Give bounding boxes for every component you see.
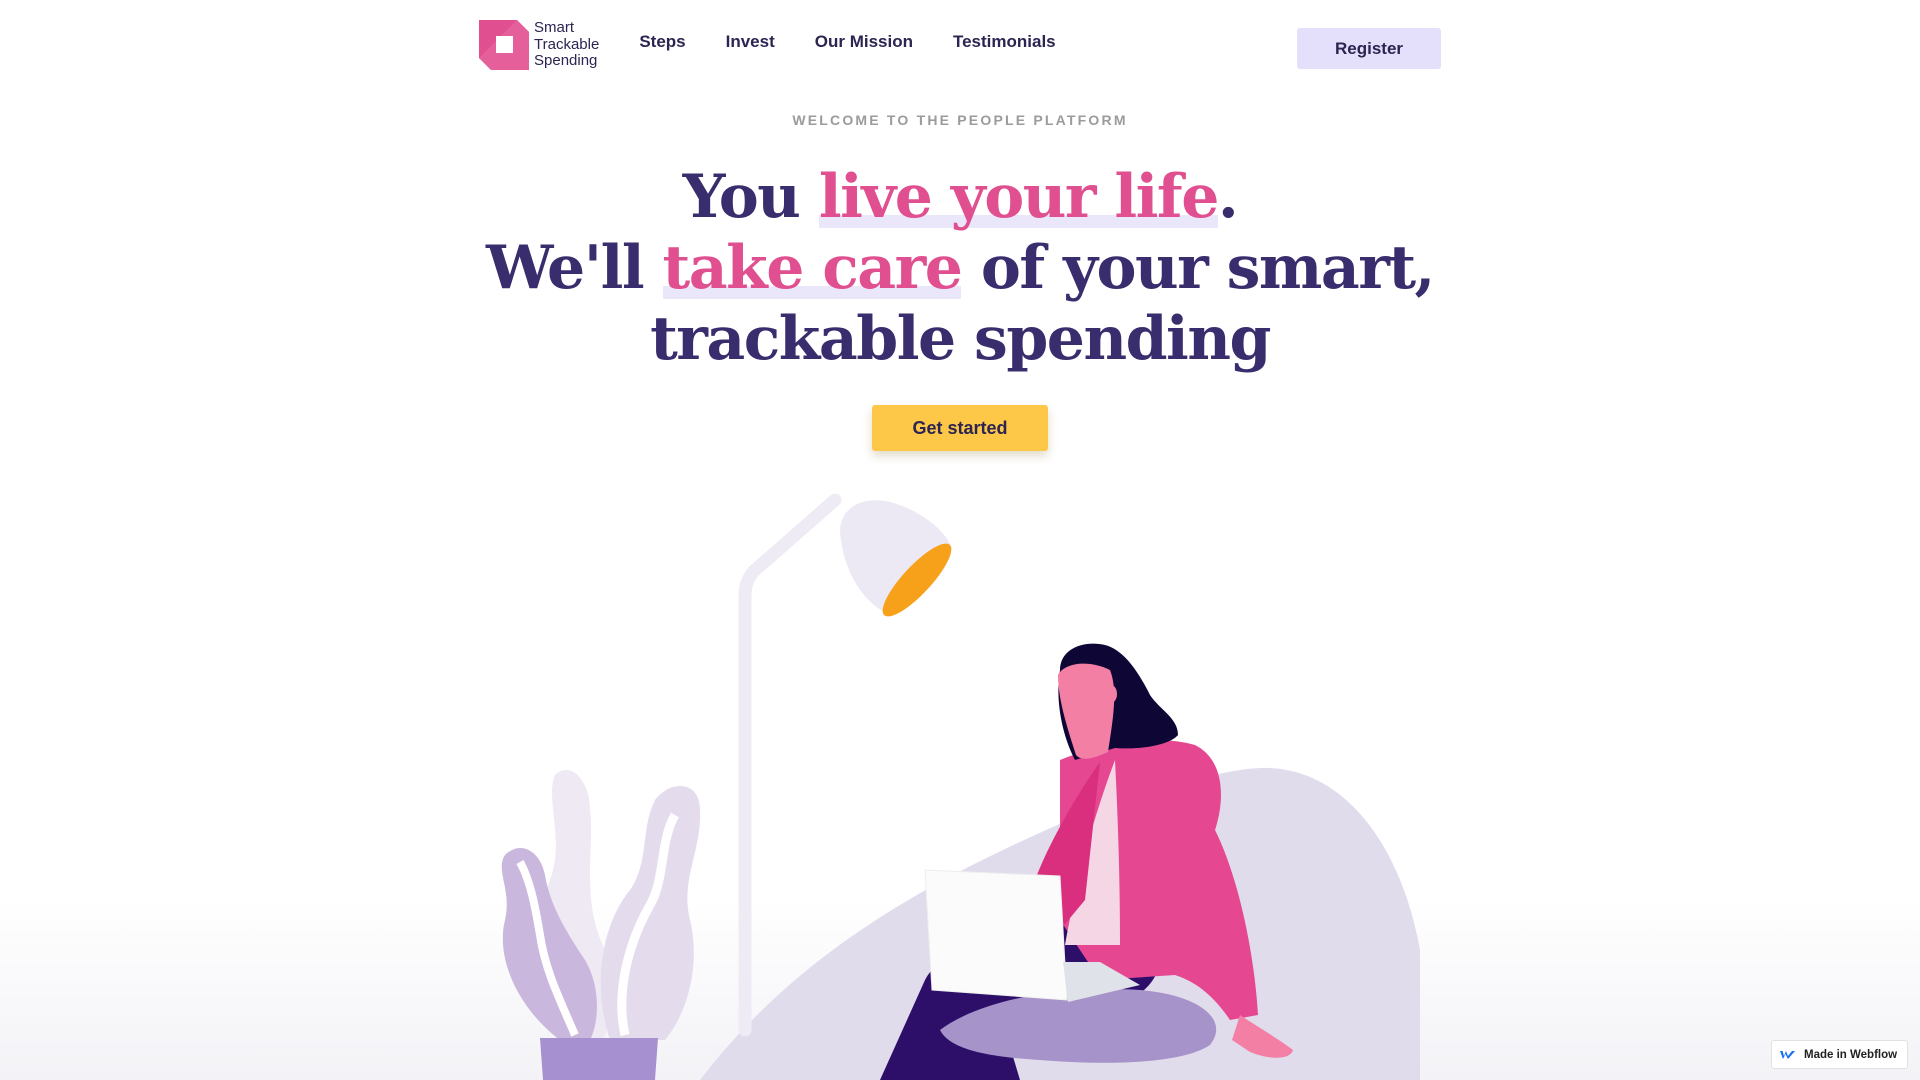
headline-line-2: We'll take care of your smart, bbox=[0, 233, 1920, 304]
brand-name: Smart Trackable Spending bbox=[534, 20, 599, 70]
brand-name-line: Trackable bbox=[534, 35, 600, 53]
logo-mark-icon bbox=[479, 20, 529, 70]
register-button[interactable]: Register bbox=[1297, 28, 1441, 69]
badge-label: Made in Webflow bbox=[1804, 1048, 1898, 1061]
lamp-pole bbox=[738, 493, 842, 1037]
headline-highlight: live your life bbox=[818, 162, 1219, 232]
headline-text: of your smart, bbox=[961, 233, 1436, 303]
headline-line-3: trackable spending bbox=[650, 304, 1271, 374]
headline-text: We'll bbox=[486, 233, 663, 303]
nav-link-testimonials[interactable]: Testimonials bbox=[953, 32, 1056, 52]
woman-ear bbox=[1105, 685, 1117, 703]
webflow-logo-icon bbox=[1780, 1050, 1795, 1059]
brand-logo[interactable]: Smart Trackable Spending bbox=[479, 20, 599, 70]
brand-name-line: Spending bbox=[534, 52, 598, 70]
headline-line-1: You live your life. bbox=[0, 162, 1920, 233]
nav-links: Steps Invest Our Mission Testimonials bbox=[639, 32, 1055, 52]
nav-link-invest[interactable]: Invest bbox=[726, 32, 775, 52]
top-navigation: Smart Trackable Spending Steps Invest Ou… bbox=[479, 18, 1441, 72]
get-started-button[interactable]: Get started bbox=[872, 405, 1048, 451]
woman-face bbox=[1058, 663, 1115, 759]
hero-eyebrow: WELCOME TO THE PEOPLE PLATFORM bbox=[792, 112, 1128, 128]
headline-text: . bbox=[1217, 162, 1239, 232]
headline-text: You bbox=[682, 162, 819, 232]
made-in-webflow-badge[interactable]: Made in Webflow bbox=[1771, 1040, 1908, 1069]
brand-name-line: Smart bbox=[534, 19, 575, 37]
headline-highlight: take care bbox=[662, 233, 963, 303]
nav-link-steps[interactable]: Steps bbox=[639, 32, 685, 52]
laptop-lid bbox=[924, 869, 1068, 1001]
nav-link-our-mission[interactable]: Our Mission bbox=[815, 32, 913, 52]
hero-headline: You live your life. We'll take care of y… bbox=[0, 162, 1920, 375]
plant-pot bbox=[540, 1038, 658, 1080]
